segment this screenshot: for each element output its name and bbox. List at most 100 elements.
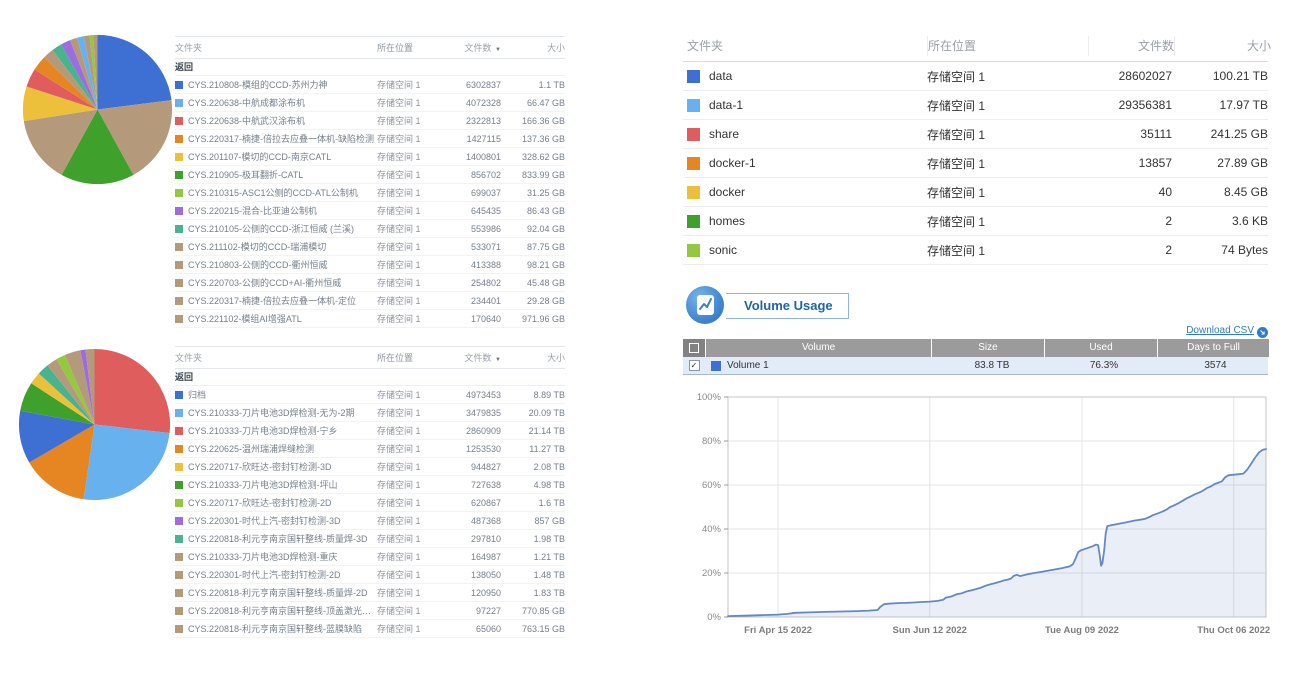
legend-color-chip (175, 625, 183, 633)
x-tick-label: Tue Aug 09 2022 (1045, 625, 1119, 636)
pie-slice[interactable] (84, 425, 170, 501)
file-count-cell: 164987 (441, 552, 501, 562)
table-row[interactable]: CYS.220703-公侧的CCD+AI-衢州恒威存储空间 125480245.… (175, 274, 565, 292)
table-row[interactable]: CYS.210333-刀片电池3D焊检测-重庆存储空间 11649871.21 … (175, 548, 565, 566)
table-row[interactable]: CYS.220301-时代上汽-密封钉检测-2D存储空间 11380501.48… (175, 566, 565, 584)
days-to-full-column-header[interactable]: Days to Full (1158, 339, 1270, 357)
file-count-cell: 856702 (441, 170, 501, 180)
count-column-header-sorted[interactable]: 文件数 ▼ (441, 351, 501, 364)
file-count-cell: 28602027 (1087, 69, 1172, 83)
file-count-cell: 4973453 (441, 390, 501, 400)
location-column-header[interactable]: 所在位置 (928, 36, 1089, 56)
legend-color-chip (175, 427, 183, 435)
table-row[interactable]: CYS.220301-时代上汽-密封钉检测-3D存储空间 1487368857 … (175, 512, 565, 530)
table-row[interactable]: CYS.210803-公侧的CCD-衢州恒威存储空间 141338898.21 … (175, 256, 565, 274)
size-column-header[interactable]: 大小 (1175, 36, 1271, 56)
folder-name-cell: CYS.220215-混合-比亚迪公制机 (175, 204, 377, 217)
table-row[interactable]: docker-1存储空间 11385727.89 GB (683, 149, 1268, 178)
folder-name: CYS.210315-ASC1公侧的CCD-ATL公制机 (188, 186, 358, 199)
folder-column-header[interactable]: 文件夹 (683, 36, 928, 56)
size-cell: 100.21 TB (1172, 69, 1268, 83)
table-row[interactable]: CYS.210905-极耳翻折-CATL存储空间 1856702833.99 G… (175, 166, 565, 184)
table-row[interactable]: CYS.220717-欣旺达-密封钉检测-3D存储空间 19448272.08 … (175, 458, 565, 476)
table-row[interactable]: CYS.210333-刀片电池3D焊检测-无为-2期存储空间 134798352… (175, 404, 565, 422)
table-row[interactable]: CYS.220638-中航武汉涂布机存储空间 12322813166.36 GB (175, 112, 565, 130)
location-column-header[interactable]: 所在位置 (377, 351, 441, 364)
legend-color-chip (175, 391, 183, 399)
table-row[interactable]: share存储空间 135111241.25 GB (683, 120, 1268, 149)
table-row[interactable]: CYS.210105-公侧的CCD-浙江恒威 (兰溪)存储空间 15539869… (175, 220, 565, 238)
location-cell: 存储空间 1 (377, 294, 441, 307)
size-cell: 8.45 GB (1172, 185, 1268, 199)
folder-column-header[interactable]: 文件夹 (175, 41, 377, 54)
size-cell: 3.6 KB (1172, 214, 1268, 228)
count-column-header-sorted[interactable]: 文件数 ▼ (441, 41, 501, 54)
file-count-cell: 138050 (441, 570, 501, 580)
location-cell: 存储空间 1 (377, 258, 441, 271)
table-row[interactable]: CYS.220818-利元亨南京国轩整线-蓝膜缺陷存储空间 165060763.… (175, 620, 565, 638)
table-row[interactable]: CYS.220317-楠捷-倍拉去应叠一体机-定位存储空间 123440129.… (175, 292, 565, 310)
table-row[interactable]: CYS.220818-利元亨南京国轩整线-顶盖激光焊缝-...存储空间 1972… (175, 602, 565, 620)
folder-name: CYS.210803-公侧的CCD-衢州恒威 (188, 258, 328, 271)
table-row[interactable]: homes存储空间 123.6 KB (683, 207, 1268, 236)
size-cell: 21.14 TB (501, 426, 565, 436)
table-row[interactable]: data-1存储空间 12935638117.97 TB (683, 91, 1268, 120)
size-column-header[interactable]: 大小 (501, 41, 565, 54)
pie-slice[interactable] (95, 349, 171, 433)
legend-color-chip (175, 81, 183, 89)
folder-name: share (709, 127, 739, 141)
download-icon[interactable]: ➜ (1255, 325, 1271, 341)
back-row[interactable]: 返回 (175, 59, 565, 76)
table-row[interactable]: CYS.210315-ASC1公侧的CCD-ATL公制机存储空间 1699037… (175, 184, 565, 202)
back-row[interactable]: 返回 (175, 369, 565, 386)
folder-size-pie-chart-top[interactable] (20, 32, 175, 187)
volume-table-header: Volume Size Used Days to Full (683, 339, 1268, 357)
table-row[interactable]: CYS.210333-刀片电池3D焊检测-宁乡存储空间 1286090921.1… (175, 422, 565, 440)
table-row[interactable]: data存储空间 128602027100.21 TB (683, 62, 1268, 91)
table-row[interactable]: 归档存储空间 149734538.89 TB (175, 386, 565, 404)
line-chart-doc-icon (686, 286, 724, 324)
table-row[interactable]: CYS.211102-模切的CCD-瑞浦模切存储空间 153307187.75 … (175, 238, 565, 256)
size-cell: 87.75 GB (501, 242, 565, 252)
select-all-checkbox[interactable] (683, 339, 706, 357)
folder-name-cell: docker (683, 185, 927, 199)
folder-column-header[interactable]: 文件夹 (175, 351, 377, 364)
table-row[interactable]: CYS.201107-模切的CCD-南京CATL存储空间 11400801328… (175, 148, 565, 166)
used-column-header[interactable]: Used (1045, 339, 1158, 357)
table-row[interactable]: CYS.210808-模组的CCD-苏州力神存储空间 163028371.1 T… (175, 76, 565, 94)
folder-name-cell: CYS.220317-楠捷-倍拉去应叠一体机-定位 (175, 294, 377, 307)
volume-row[interactable]: ✓ Volume 1 83.8 TB 76.3% 3574 (683, 357, 1268, 375)
legend-color-chip (175, 99, 183, 107)
checkbox-empty-icon (689, 343, 699, 353)
file-count-cell: 727638 (441, 480, 501, 490)
volume-days-cell: 3574 (1160, 357, 1271, 374)
size-column-header[interactable]: Size (932, 339, 1045, 357)
folder-name: CYS.210333-刀片电池3D焊检测-无为-2期 (188, 406, 355, 419)
table-row[interactable]: CYS.220818-利元亨南京国轩整线-质量焊-2D存储空间 11209501… (175, 584, 565, 602)
table-row[interactable]: docker存储空间 1408.45 GB (683, 178, 1268, 207)
location-column-header[interactable]: 所在位置 (377, 41, 441, 54)
table-row[interactable]: CYS.220215-混合-比亚迪公制机存储空间 164543586.43 GB (175, 202, 565, 220)
y-tick-label: 20% (702, 568, 722, 579)
volume-row-checkbox[interactable]: ✓ (683, 357, 705, 374)
location-cell: 存储空间 1 (377, 78, 441, 91)
table-row[interactable]: CYS.220717-欣旺达-密封钉检测-2D存储空间 16208671.6 T… (175, 494, 565, 512)
table-row[interactable]: CYS.220625-温州瑞浦焊缝检测存储空间 1125353011.27 TB (175, 440, 565, 458)
download-csv-link[interactable]: Download CSV (1186, 325, 1254, 336)
location-cell: 存储空间 1 (927, 213, 1087, 230)
legend-color-chip (175, 297, 183, 305)
size-cell: 1.83 TB (501, 588, 565, 598)
table-row[interactable]: CYS.220818-利元亨南京国轩整线-质量焊-3D存储空间 12978101… (175, 530, 565, 548)
table-row[interactable]: CYS.220317-楠捷-倍拉去应叠一体机-缺陷检测存储空间 11427115… (175, 130, 565, 148)
table-row[interactable]: CYS.210333-刀片电池3D焊检测-坪山存储空间 17276384.98 … (175, 476, 565, 494)
table-row[interactable]: CYS.220638-中航成都涂布机存储空间 1407232866.47 GB (175, 94, 565, 112)
table-row[interactable]: sonic存储空间 1274 Bytes (683, 236, 1268, 265)
size-cell: 4.98 TB (501, 480, 565, 490)
table-row[interactable]: CYS.221102-模组AI增强ATL存储空间 1170640971.96 G… (175, 310, 565, 328)
size-column-header[interactable]: 大小 (501, 351, 565, 364)
volume-column-header[interactable]: Volume (706, 339, 932, 357)
pie-slice[interactable] (98, 35, 172, 110)
count-column-header[interactable]: 文件数 (1089, 36, 1175, 56)
folder-name-cell: CYS.210333-刀片电池3D焊检测-宁乡 (175, 424, 377, 437)
folder-size-pie-chart-bottom[interactable] (16, 346, 173, 503)
